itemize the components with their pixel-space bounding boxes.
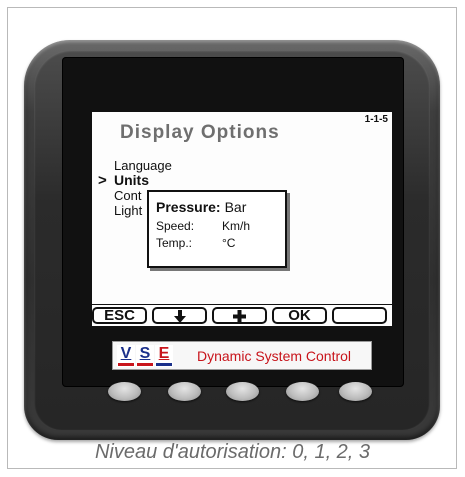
logo-letter-s: S [136,345,154,367]
softkey-bar: ESC OK [92,304,392,326]
hardware-button-4[interactable] [286,382,319,401]
brand-text: Dynamic System Control [197,348,352,364]
pressure-row[interactable]: Pressure: Bar [156,199,246,215]
speed-row[interactable]: Speed: Km/h [156,219,250,233]
units-popup: Pressure: Bar Speed: Km/h Temp.: °C [147,190,287,268]
speed-label: Speed: [156,219,195,233]
authorization-caption: Niveau d'autorisation: 0, 1, 2, 3 [94,441,371,463]
plus-softkey[interactable] [212,307,267,324]
menu-item-label: Cont [114,188,142,203]
menu-item-language[interactable]: Language [98,158,172,173]
down-softkey[interactable] [152,307,207,324]
pressure-value: Bar [224,199,247,215]
logo-letter-v: V [117,345,135,367]
menu-item-units[interactable]: > Units [98,172,172,189]
hardware-button-2[interactable] [168,382,201,401]
ok-softkey[interactable]: OK [272,307,327,324]
menu-item-label: Language [114,158,172,173]
arrow-down-icon [173,310,186,323]
menu-item-label: Light [114,203,143,218]
temp-label: Temp.: [156,236,193,250]
hardware-button-1[interactable] [108,382,141,401]
temp-value: °C [222,236,236,250]
menu-code: 1-1-5 [364,114,388,125]
pressure-label: Pressure: [156,199,221,215]
lcd-screen: Display Options 1-1-5 Language > Units C… [92,112,392,326]
brand-plate: V S E Dynamic System Control [112,341,372,370]
empty-softkey[interactable] [332,307,387,324]
esc-softkey[interactable]: ESC [92,307,147,324]
selection-arrow-icon: > [98,172,107,189]
vse-logo: V S E [117,345,173,367]
temp-row[interactable]: Temp.: °C [156,236,235,250]
hardware-button-3[interactable] [226,382,259,401]
logo-letter-e: E [155,345,173,367]
hardware-button-5[interactable] [339,382,372,401]
speed-value: Km/h [222,219,251,233]
plus-icon [233,310,246,323]
screen-title: Display Options [120,122,280,143]
menu-item-label: Units [114,172,149,188]
